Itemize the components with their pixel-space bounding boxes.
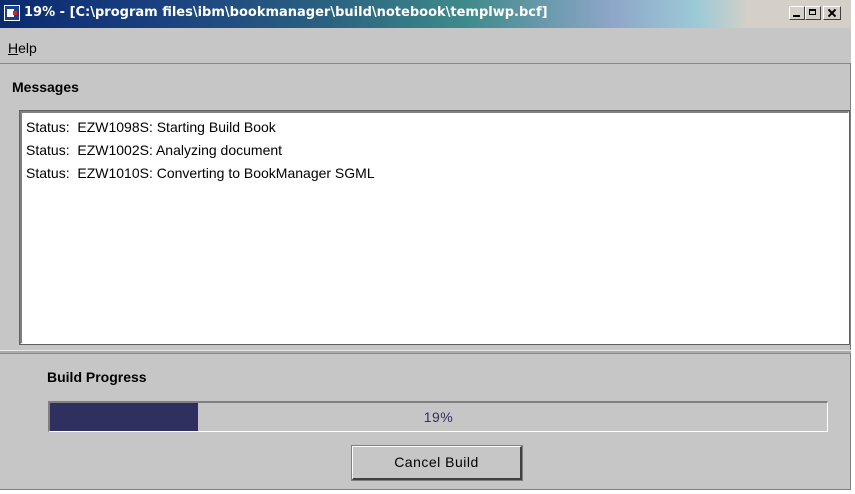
messages-heading: Messages xyxy=(12,79,79,95)
menu-help-mnemonic: H xyxy=(8,40,19,56)
progress-heading: Build Progress xyxy=(47,369,147,385)
message-line: Status: EZW1002S: Analyzing document xyxy=(26,142,283,158)
menu-bar: Help xyxy=(0,28,851,64)
minimize-button[interactable] xyxy=(789,6,805,20)
progress-percent: 19% xyxy=(423,409,454,425)
message-line: Status: EZW1098S: Starting Build Book xyxy=(26,119,276,135)
close-button[interactable] xyxy=(823,6,841,20)
menu-help-label: elp xyxy=(18,40,37,56)
menu-help[interactable]: Help xyxy=(8,40,37,56)
build-window: 19% - [C:\program files\ibm\bookmanager\… xyxy=(0,0,851,490)
progress-bar: 19% xyxy=(48,401,828,432)
maximize-button[interactable] xyxy=(805,6,821,20)
window-title: 19% - [C:\program files\ibm\bookmanager\… xyxy=(24,5,548,20)
title-bar[interactable]: 19% - [C:\program files\ibm\bookmanager\… xyxy=(0,0,851,28)
messages-list[interactable]: Status: EZW1098S: Starting Build Book St… xyxy=(19,110,850,345)
message-line: Status: EZW1010S: Converting to BookMana… xyxy=(26,165,375,181)
cancel-build-button[interactable]: Cancel Build xyxy=(351,445,523,481)
panel-divider[interactable] xyxy=(0,350,851,354)
app-icon[interactable] xyxy=(4,5,20,21)
